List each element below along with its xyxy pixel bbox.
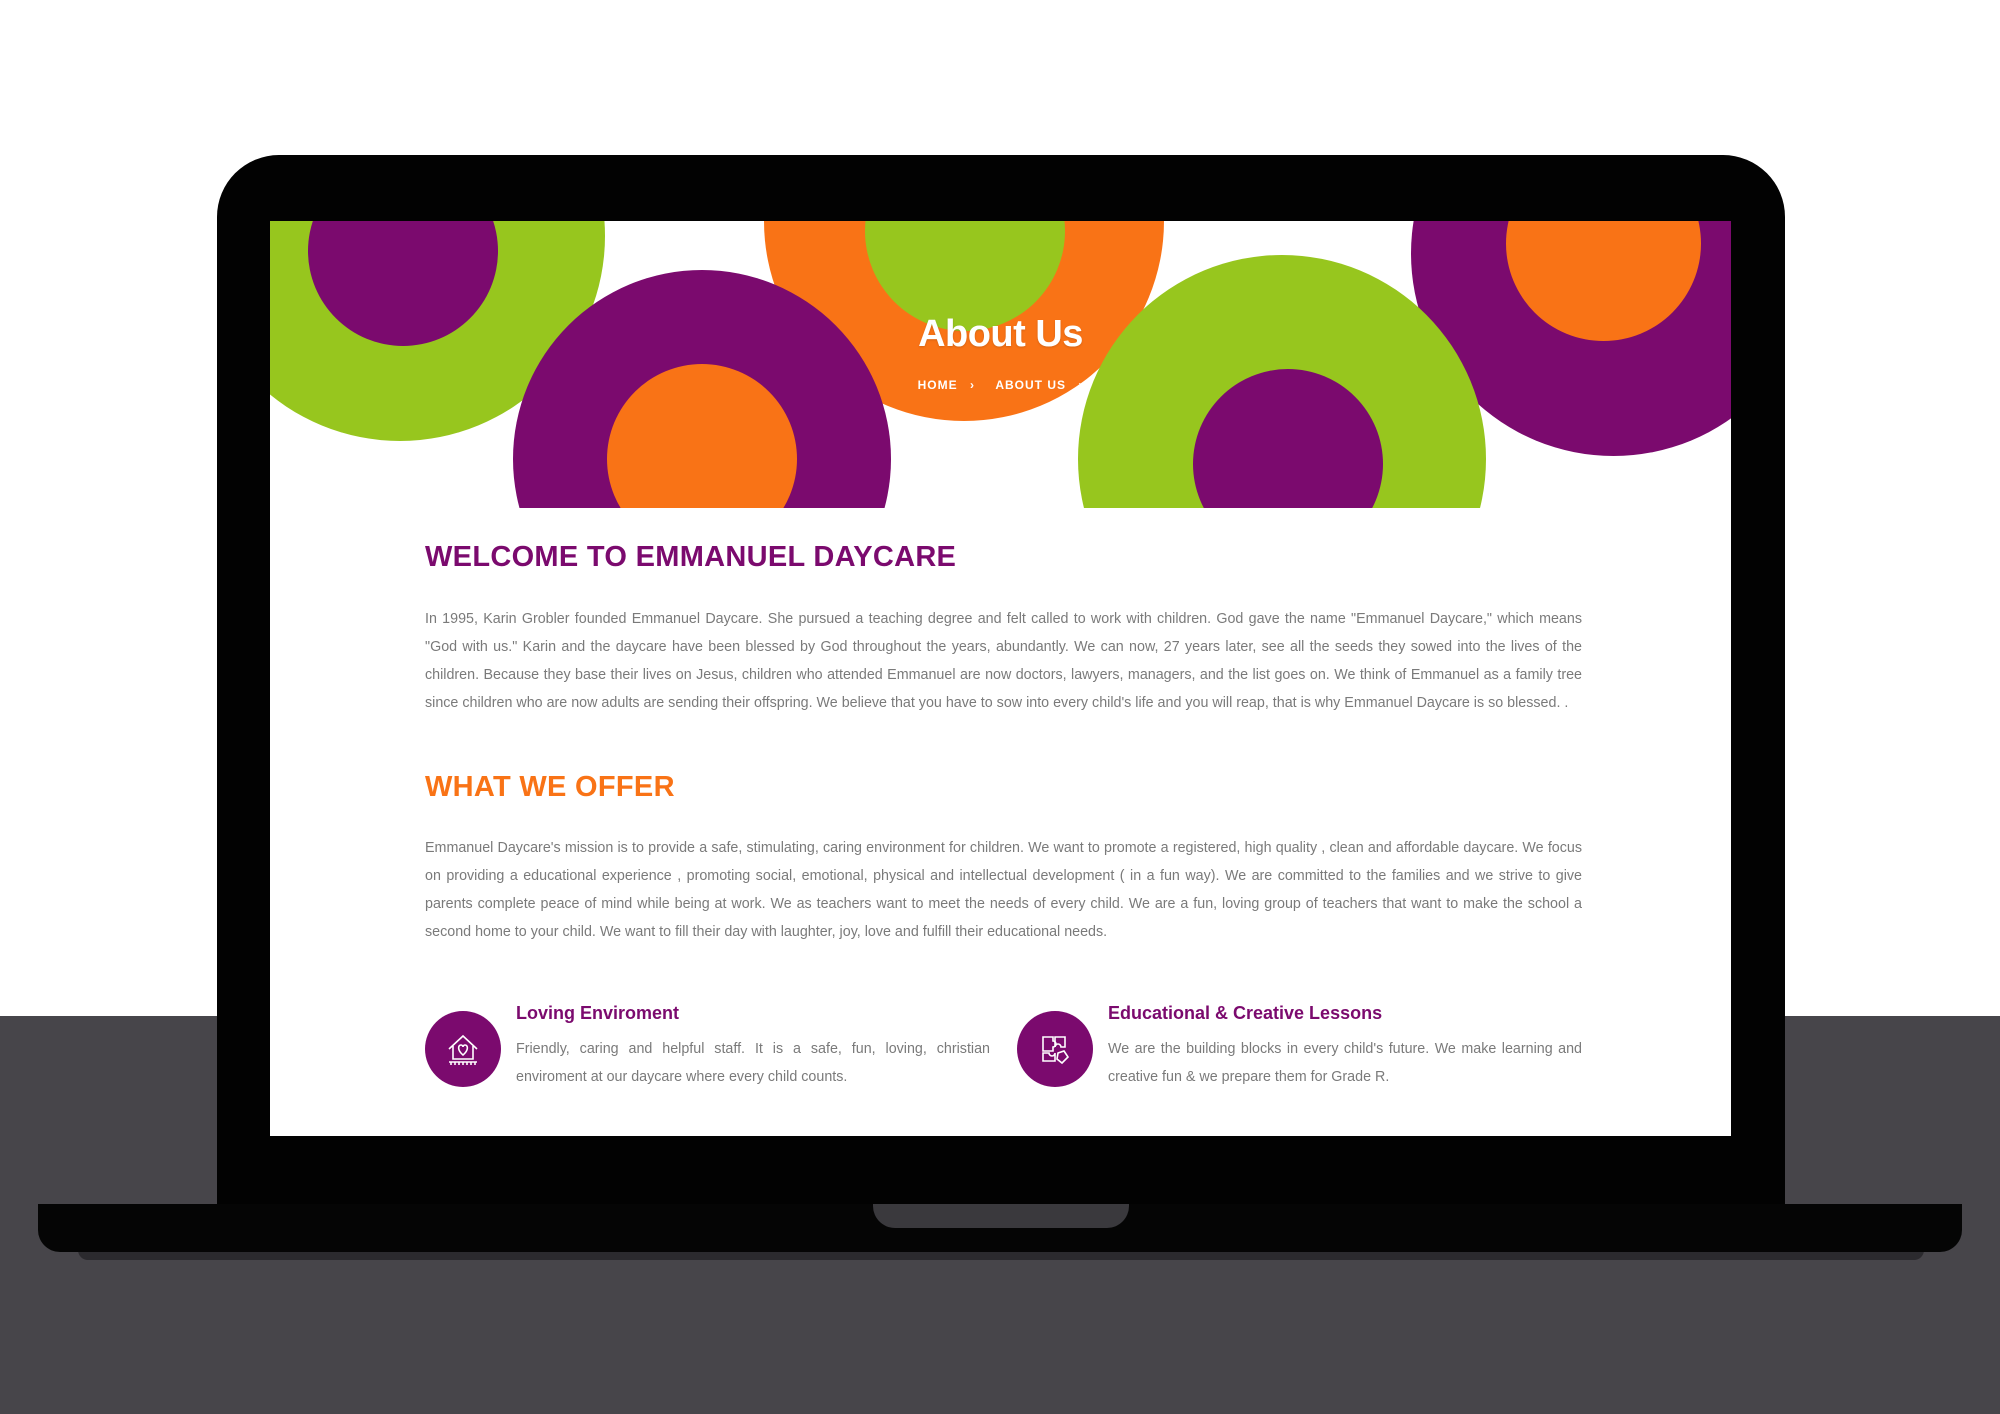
feature-educational-lessons: Educational & Creative Lessons We are th…: [1017, 1003, 1582, 1093]
feature-text: We are the building blocks in every chil…: [1108, 1041, 1582, 1085]
breadcrumb-about[interactable]: ABOUT US ›: [991, 378, 1087, 392]
hero-banner: About Us HOME › ABOUT US ›: [270, 221, 1731, 508]
laptop-screen: About Us HOME › ABOUT US › WELCOME TO EM…: [270, 221, 1731, 1136]
page-title: About Us: [918, 313, 1083, 355]
offer-heading: WHAT WE OFFER: [425, 771, 675, 803]
welcome-paragraph: In 1995, Karin Grobler founded Emmanuel …: [425, 611, 1582, 711]
puzzle-pieces-icon: [1017, 1011, 1093, 1087]
breadcrumb-home[interactable]: HOME ›: [914, 378, 979, 392]
welcome-heading: WELCOME TO EMMANUEL DAYCARE: [425, 541, 957, 573]
feature-text: Friendly, caring and helpful staff. It i…: [516, 1041, 990, 1085]
house-heart-icon: [425, 1011, 501, 1087]
laptop-notch: [873, 1204, 1129, 1228]
breadcrumb-about-label: ABOUT US: [995, 378, 1066, 392]
chevron-right-icon: ›: [969, 378, 975, 392]
breadcrumb-home-label: HOME: [917, 378, 958, 392]
feature-loving-environment: Loving Enviroment Friendly, caring and h…: [425, 1003, 990, 1093]
chevron-right-icon: ›: [1078, 378, 1084, 392]
breadcrumb: HOME › ABOUT US ›: [270, 378, 1731, 392]
offer-paragraph: Emmanuel Daycare's mission is to provide…: [425, 840, 1582, 940]
feature-title: Loving Enviroment: [516, 1003, 680, 1023]
feature-title: Educational & Creative Lessons: [1108, 1003, 1383, 1023]
